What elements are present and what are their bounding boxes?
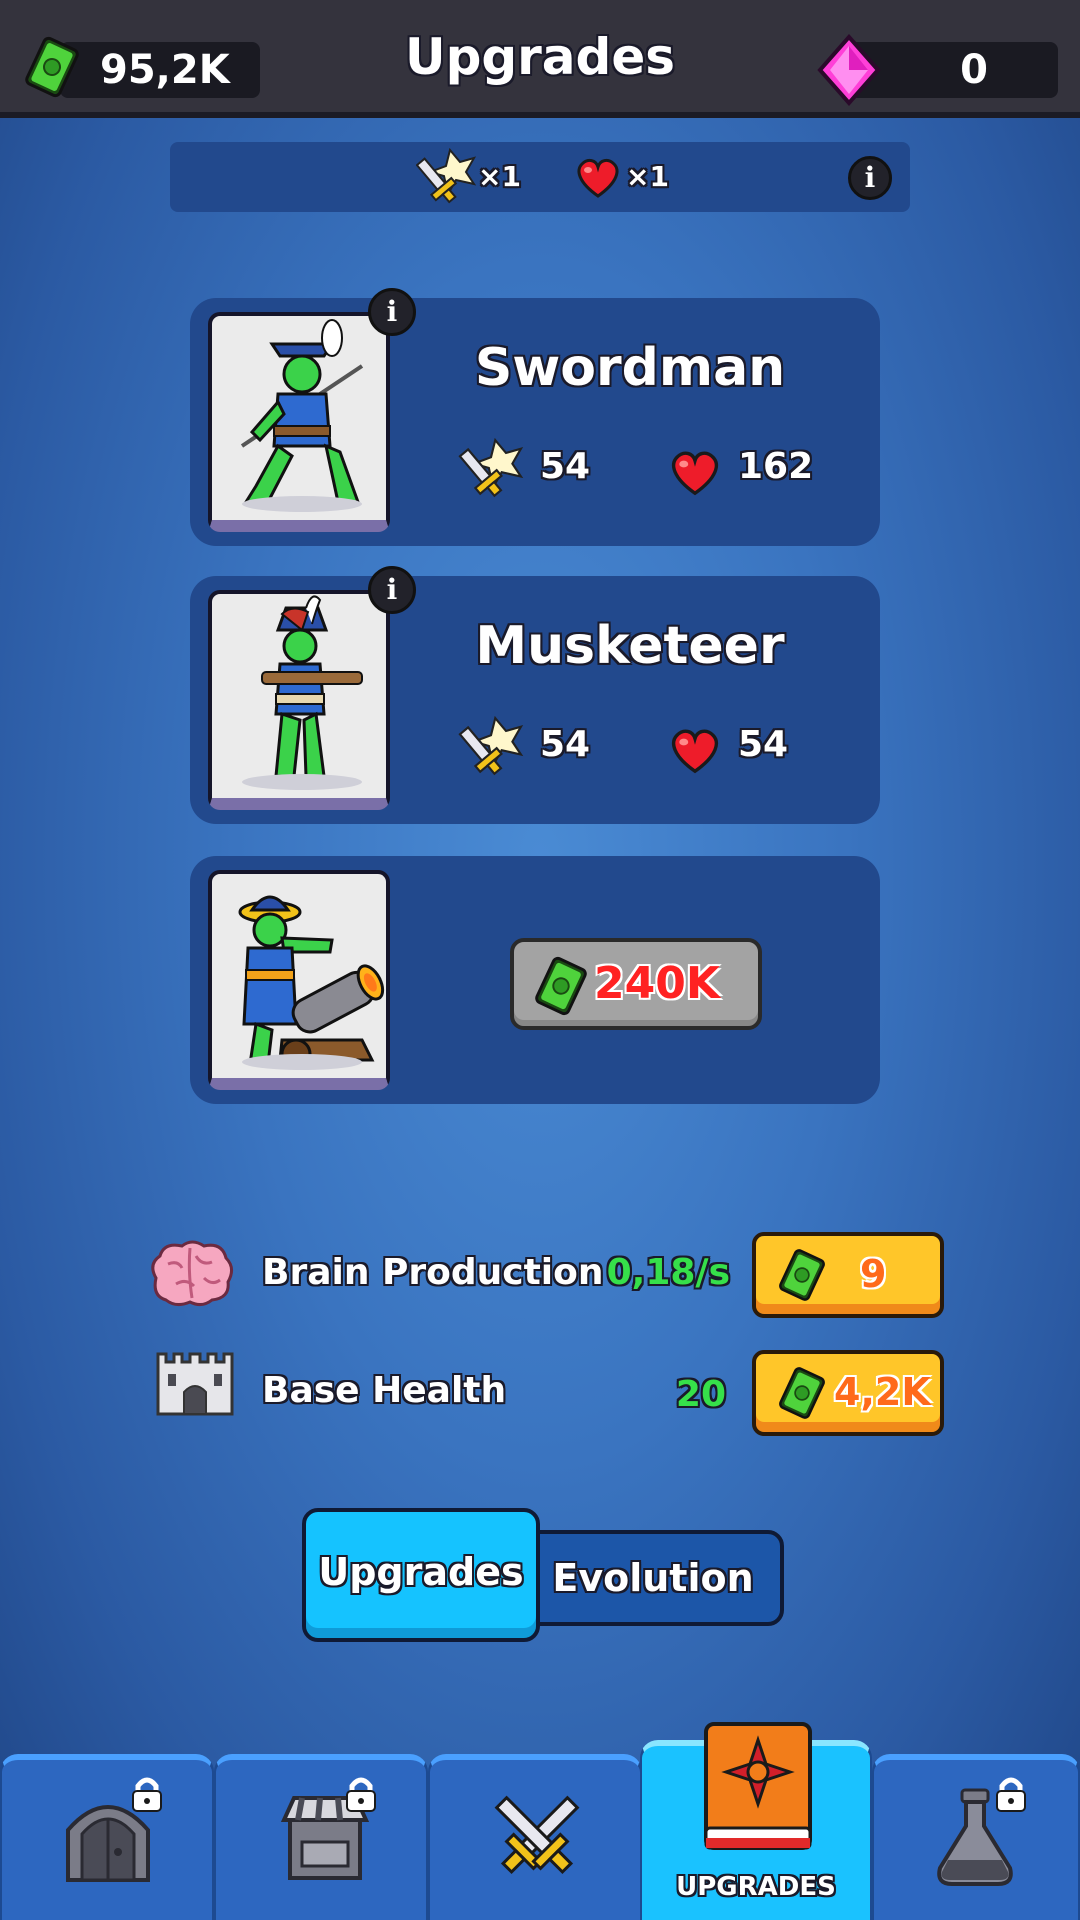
unit-info-button[interactable]: i: [368, 288, 416, 336]
nav-label: UPGRADES: [676, 1872, 836, 1902]
sword-attack-icon: [416, 148, 476, 204]
tab-evolution[interactable]: Evolution: [522, 1530, 784, 1626]
buy-brain-production-button[interactable]: 9: [752, 1232, 944, 1318]
gem-icon: [817, 34, 881, 106]
lock-icon: [132, 1777, 162, 1812]
unit-portrait: [208, 870, 390, 1090]
unit-portrait: [208, 312, 390, 532]
attack-multiplier: ×1: [478, 160, 521, 193]
tab-upgrades[interactable]: Upgrades: [302, 1508, 540, 1642]
nav-item-gate[interactable]: [0, 1754, 214, 1920]
cash-icon: [779, 1249, 825, 1301]
unit-portrait: [208, 590, 390, 810]
nav-item-upgrades[interactable]: UPGRADES: [640, 1722, 872, 1920]
upgrade-price: 9: [860, 1252, 887, 1296]
cash-counter: 95,2K: [60, 42, 260, 98]
unit-name: Musketeer: [475, 616, 785, 676]
unit-health-value: 54: [738, 724, 789, 765]
unit-card-locked[interactable]: 240K: [190, 856, 880, 1104]
unit-health-value: 162: [738, 446, 814, 487]
swordman-figure: [240, 319, 364, 504]
cash-icon: [779, 1367, 825, 1419]
unlock-unit-button[interactable]: 240K: [510, 938, 762, 1030]
lock-icon: [346, 1777, 376, 1812]
health-multiplier: ×1: [626, 160, 669, 193]
tab-group: Evolution Upgrades: [302, 1508, 784, 1642]
nav-item-lab[interactable]: [872, 1754, 1080, 1920]
page-title: Upgrades: [404, 28, 676, 86]
heart-icon: [577, 158, 619, 198]
upgrade-value: 20: [675, 1374, 726, 1415]
cash-icon: [25, 36, 79, 98]
unit-attack-value: 54: [540, 724, 591, 765]
heart-icon: [672, 451, 718, 496]
cash-amount: 95,2K: [100, 47, 230, 93]
sword-attack-icon: [458, 438, 524, 498]
unit-card-swordman[interactable]: i Swordman 54 162: [190, 288, 880, 546]
buy-base-health-button[interactable]: 4,2K: [752, 1350, 944, 1436]
bonus-bar: ×1 ×1 i: [170, 142, 910, 212]
book-icon: [704, 1722, 812, 1850]
musketeer-figure: [261, 595, 363, 778]
cash-icon: [535, 956, 587, 1016]
lock-icon: [996, 1777, 1026, 1812]
crossed-swords-icon: [494, 1795, 580, 1875]
brain-icon: [151, 1240, 233, 1307]
upgrade-label: Brain Production: [262, 1252, 604, 1293]
info-button[interactable]: i: [848, 156, 892, 200]
unit-attack-value: 54: [540, 446, 591, 487]
sword-attack-icon: [458, 716, 524, 776]
castle-icon: [156, 1352, 234, 1416]
cannoneer-figure: [238, 895, 385, 1070]
unit-info-button[interactable]: i: [368, 566, 416, 614]
nav-item-battle[interactable]: [428, 1754, 642, 1920]
upgrade-price: 4,2K: [834, 1370, 931, 1414]
unit-name: Swordman: [474, 338, 786, 398]
upgrade-label: Base Health: [262, 1370, 507, 1411]
top-bar: 95,2K Upgrades 0: [0, 0, 1080, 118]
nav-item-shop[interactable]: [214, 1754, 428, 1920]
heart-icon: [672, 729, 718, 774]
unit-card-musketeer[interactable]: i Musketeer 54 54: [190, 566, 880, 824]
upgrade-value: 0,18/s: [606, 1252, 730, 1293]
unlock-price: 240K: [594, 958, 720, 1009]
